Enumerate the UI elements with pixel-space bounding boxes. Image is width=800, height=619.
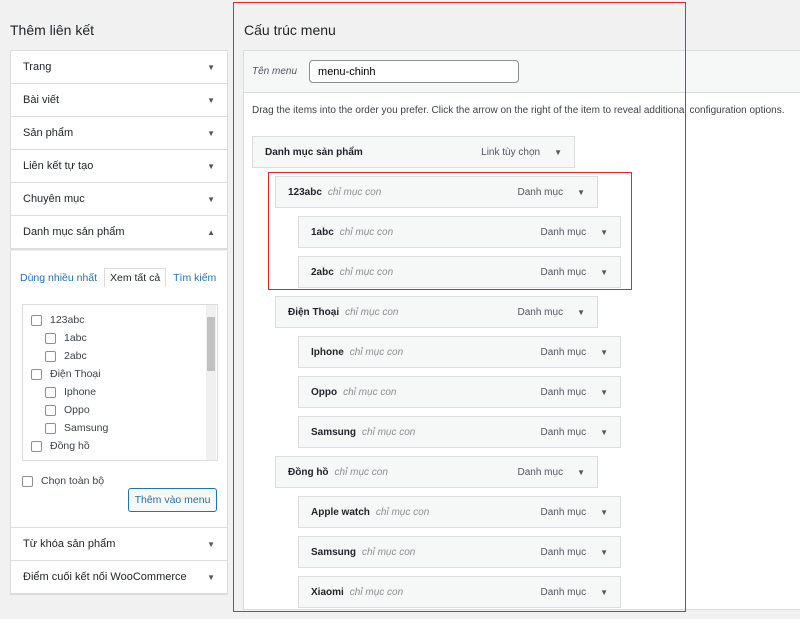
tab-search[interactable]: Tìm kiếm — [173, 272, 216, 284]
add-links-accordion-bottom: Từ khóa sản phẩm ▼ Điểm cuối kết nối WooCo… — [10, 527, 228, 595]
category-label: 2abc — [64, 350, 87, 362]
select-all-label: Chọn toàn bộ — [41, 475, 105, 487]
section-label: Bài viết — [23, 94, 60, 106]
caret-down-icon: ▼ — [207, 62, 215, 72]
category-checkbox[interactable]: Oppo — [31, 401, 217, 419]
category-checkbox[interactable]: Điện Thoại — [31, 365, 217, 383]
category-label: 123abc — [50, 314, 85, 326]
category-label: 1abc — [64, 332, 87, 344]
tab-most-used[interactable]: Dùng nhiều nhất — [20, 272, 97, 284]
accordion-section[interactable]: Điểm cuối kết nối WooCommerce ▼ — [11, 561, 227, 594]
section-label: Từ khóa sản phẩm — [23, 538, 116, 550]
add-links-title: Thêm liên kết — [10, 22, 95, 38]
section-label: Trang — [23, 61, 52, 73]
category-checkbox[interactable]: 123abc — [31, 311, 217, 329]
category-tabs: Dùng nhiều nhất Xem tất cả Tìm kiếm — [20, 268, 220, 287]
add-to-menu-button[interactable]: Thêm vào menu — [128, 488, 217, 512]
section-label: Danh mục sản phẩm — [23, 226, 125, 238]
section-label: Liên kết tự tạo — [23, 160, 94, 172]
category-label: Đồng hồ — [50, 440, 90, 452]
section-label: Chuyên mục — [23, 193, 85, 205]
accordion-section[interactable]: Bài viết ▼ — [11, 84, 227, 117]
caret-down-icon: ▼ — [207, 128, 215, 138]
tab-view-all[interactable]: Xem tất cả — [104, 268, 167, 287]
category-checkbox[interactable]: Đồng hồ — [31, 437, 217, 455]
select-all-checkbox[interactable]: Chọn toàn bộ — [22, 472, 104, 490]
category-checklist: 123abc 1abc 2abc Điện Thoại Iphone Oppo Samsun… — [22, 304, 218, 461]
caret-up-icon: ▲ — [207, 227, 215, 237]
caret-down-icon: ▼ — [207, 194, 215, 204]
highlight-box-submenu — [268, 172, 632, 290]
caret-down-icon: ▼ — [207, 572, 215, 582]
caret-down-icon: ▼ — [207, 95, 215, 105]
caret-down-icon: ▼ — [207, 161, 215, 171]
add-links-accordion: Trang ▼ Bài viết ▼ Sản phẩm ▼ Liên kết tự tạo ▼… — [10, 50, 228, 250]
category-checkbox[interactable]: 2abc — [31, 347, 217, 365]
highlight-box — [233, 2, 686, 612]
section-label: Sản phẩm — [23, 127, 74, 139]
category-label: Oppo — [64, 404, 90, 416]
section-label: Điểm cuối kết nối WooCommerce — [23, 571, 187, 583]
category-label: Iphone — [64, 386, 97, 398]
category-label: Điện Thoại — [50, 368, 101, 380]
scrollbar[interactable] — [206, 305, 216, 460]
category-checkbox[interactable]: Samsung — [31, 419, 217, 437]
caret-down-icon: ▼ — [207, 539, 215, 549]
category-checkbox[interactable]: Iphone — [31, 383, 217, 401]
category-checkbox[interactable]: 1abc — [31, 329, 217, 347]
accordion-section[interactable]: Sản phẩm ▼ — [11, 117, 227, 150]
accordion-section[interactable]: Từ khóa sản phẩm ▼ — [11, 528, 227, 561]
category-label: Samsung — [64, 422, 109, 434]
accordion-section[interactable]: Danh mục sản phẩm ▲ — [11, 216, 227, 249]
accordion-section[interactable]: Trang ▼ — [11, 51, 227, 84]
accordion-section[interactable]: Chuyên mục ▼ — [11, 183, 227, 216]
accordion-section[interactable]: Liên kết tự tạo ▼ — [11, 150, 227, 183]
